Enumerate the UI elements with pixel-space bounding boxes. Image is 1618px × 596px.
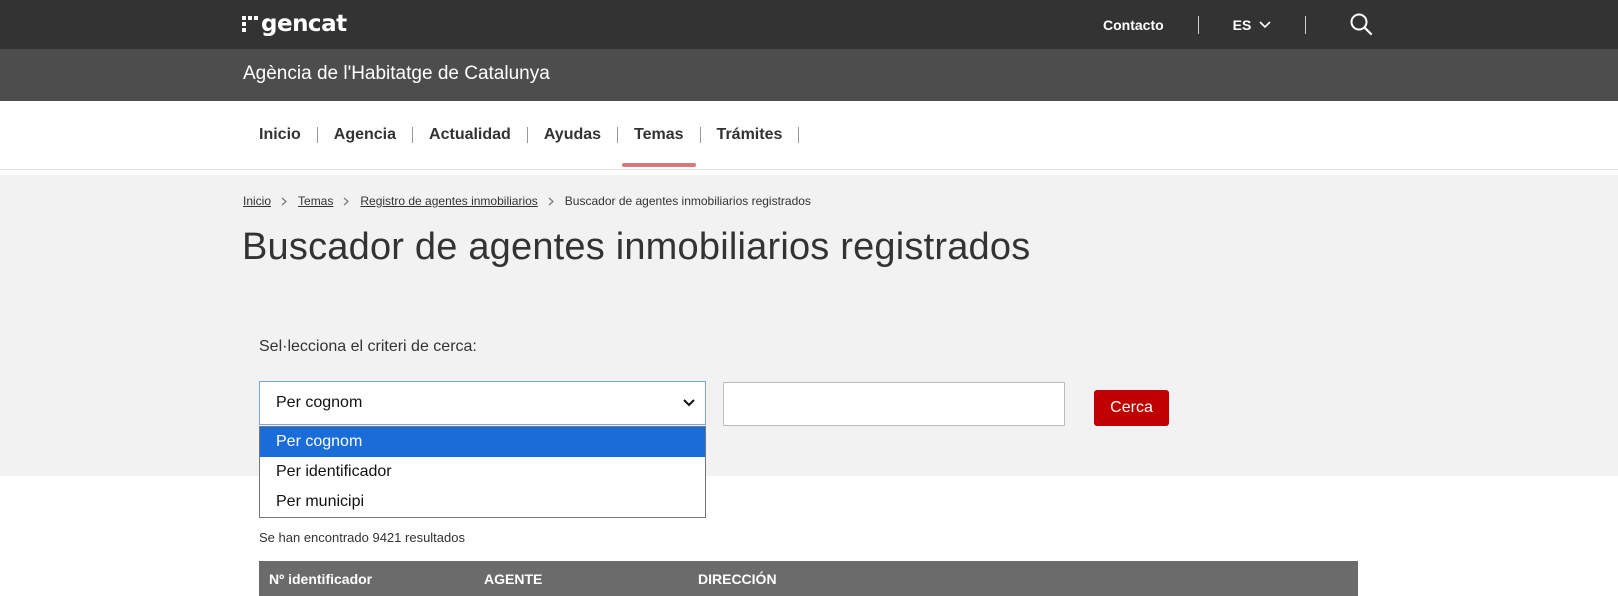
top-nav-separator (1197, 16, 1199, 34)
main-nav: Inicio Agencia Actualidad Ayudas Temas T… (0, 101, 1618, 170)
breadcrumb-link-registro[interactable]: Registro de agentes inmobiliarios (360, 194, 537, 208)
chevron-down-icon (1259, 21, 1271, 29)
breadcrumb: Inicio Temas Registro de agentes inmobil… (243, 194, 811, 208)
nav-separator (798, 101, 800, 169)
nav-item-actualidad[interactable]: Actualidad (413, 101, 527, 169)
criteria-select[interactable]: Per cognom (259, 381, 706, 425)
nav-item-agencia[interactable]: Agencia (318, 101, 412, 169)
nav-item-label[interactable]: Actualidad (413, 126, 527, 144)
gencat-logo[interactable]: gencat (242, 9, 347, 39)
language-selector[interactable]: ES (1233, 17, 1272, 33)
nav-pipe (798, 127, 800, 143)
breadcrumb-current: Buscador de agentes inmobiliarios regist… (564, 194, 811, 208)
chevron-right-icon (343, 197, 350, 205)
nav-item-ayudas[interactable]: Ayudas (528, 101, 617, 169)
search-criteria-label: Sel·lecciona el criteri de cerca: (259, 338, 477, 355)
logo-text: gencat (261, 11, 347, 37)
agency-title[interactable]: Agència de l'Habitatge de Catalunya (243, 63, 550, 85)
breadcrumb-link-temas[interactable]: Temas (298, 194, 333, 208)
page-title: Buscador de agentes inmobiliarios regist… (242, 226, 1031, 268)
top-nav-separator (1305, 16, 1307, 34)
agency-band: Agència de l'Habitatge de Catalunya (0, 49, 1618, 101)
nav-item-label[interactable]: Agencia (318, 126, 412, 144)
search-input[interactable] (723, 382, 1065, 426)
dropdown-option-municipi[interactable]: Per municipi (260, 487, 705, 517)
results-table-header: Nº identificador AGENTE DIRECCIÓN (259, 561, 1358, 596)
chevron-right-icon (281, 197, 287, 205)
nav-item-label[interactable]: Inicio (243, 126, 317, 144)
search-icon[interactable] (1349, 12, 1373, 36)
top-nav: Contacto ES (1103, 12, 1340, 38)
language-label: ES (1232, 17, 1252, 33)
nav-item-label[interactable]: Temas (618, 126, 700, 144)
nav-item-tramites[interactable]: Trámites (701, 101, 799, 169)
cerca-button[interactable]: Cerca (1094, 390, 1169, 426)
column-header-identificador[interactable]: Nº identificador (269, 571, 372, 587)
nav-item-label[interactable]: Ayudas (528, 126, 617, 144)
criteria-dropdown-list: Per cognom Per identificador Per municip… (259, 426, 706, 518)
contact-link[interactable]: Contacto (1103, 17, 1164, 33)
breadcrumb-link-inicio[interactable]: Inicio (243, 194, 271, 208)
chevron-right-icon (548, 197, 554, 205)
dropdown-option-identificador[interactable]: Per identificador (260, 457, 705, 487)
chevron-down-icon (683, 399, 695, 407)
results-count: Se han encontrado 9421 resultados (259, 530, 465, 545)
top-bar: gencat Contacto ES (0, 0, 1618, 49)
gencat-logo-icon (242, 16, 258, 32)
column-header-direccion[interactable]: DIRECCIÓN (698, 571, 777, 587)
criteria-select-value: Per cognom (276, 394, 363, 411)
column-header-agente[interactable]: AGENTE (484, 571, 542, 587)
dropdown-option-cognom[interactable]: Per cognom (260, 427, 705, 457)
nav-item-inicio[interactable]: Inicio (243, 101, 317, 169)
nav-item-temas[interactable]: Temas (618, 101, 700, 169)
search-panel (0, 175, 1618, 476)
nav-item-label[interactable]: Trámites (701, 126, 799, 144)
